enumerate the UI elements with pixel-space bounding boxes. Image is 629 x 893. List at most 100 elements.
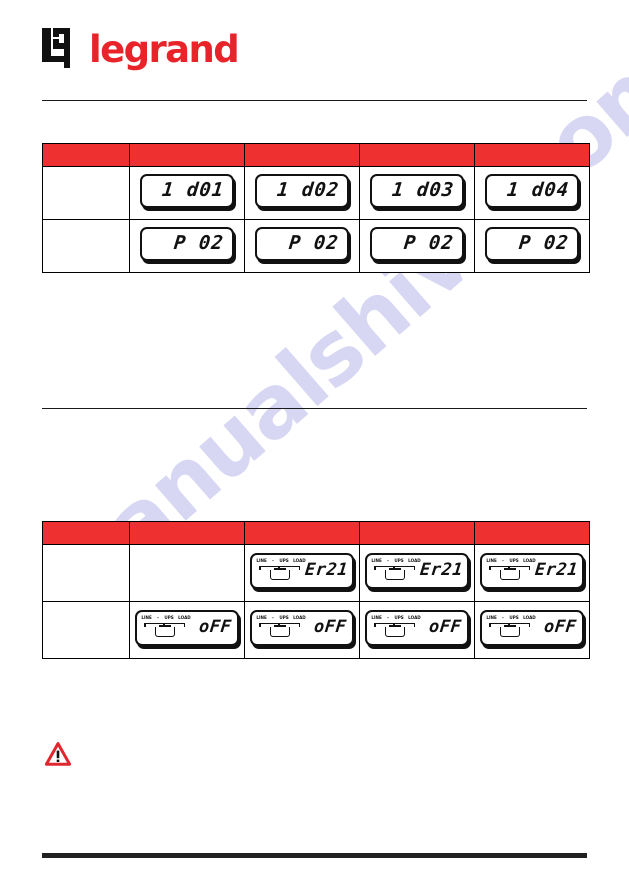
display-code-table: 1 d01 1 d02 1 d03 1 d04 P 02 P 02 P 02 P… <box>42 143 590 273</box>
flow-label-line: LINE <box>141 615 152 620</box>
lcd-display: P 02 <box>370 226 464 261</box>
display-cell: LINE – UPS LOAD oFF <box>129 601 245 659</box>
display-cell: LINE – UPS LOAD oFF <box>244 601 360 659</box>
power-flow-icon: LINE – UPS LOAD <box>371 615 421 640</box>
table-header-cell <box>129 143 245 167</box>
row-label-cell <box>42 544 130 602</box>
display-cell: 1 d03 <box>359 166 475 220</box>
flow-label-line: LINE <box>256 615 267 620</box>
display-cell-empty <box>129 544 245 602</box>
status-display-table: LINE – UPS LOAD Er21 LINE – UPS LOAD Er2… <box>42 521 590 659</box>
lcd-display: LINE – UPS LOAD oFF <box>250 609 354 646</box>
table-header-cell <box>129 521 245 545</box>
flow-label-ups: UPS <box>394 615 404 620</box>
warning-triangle-icon <box>44 742 72 766</box>
flow-label-line: LINE <box>371 615 382 620</box>
lcd-display: LINE – UPS LOAD Er21 <box>480 552 584 589</box>
legrand-wordmark: legrand <box>89 27 240 71</box>
flow-label-ups: UPS <box>394 558 404 563</box>
divider-middle <box>42 408 587 409</box>
table-header-cell <box>42 521 130 545</box>
power-flow-icon: LINE – UPS LOAD <box>256 558 306 583</box>
table-row: LINE – UPS LOAD oFF LINE – UPS LOAD oFF … <box>42 601 590 659</box>
table-row: P 02 P 02 P 02 P 02 <box>42 219 590 273</box>
divider-top <box>42 100 587 101</box>
power-flow-icon: LINE – UPS LOAD <box>371 558 421 583</box>
row-label-cell <box>42 219 130 273</box>
flow-label-ups: UPS <box>164 615 174 620</box>
lcd-value: 1 d03 <box>390 179 456 201</box>
row-label-cell <box>42 166 130 220</box>
table-header-row <box>42 521 590 545</box>
flow-label-load: LOAD <box>523 615 536 620</box>
table-header-cell <box>359 143 475 167</box>
table-header-cell <box>474 143 590 167</box>
table-header-cell <box>244 143 360 167</box>
flow-label-ups: UPS <box>509 615 519 620</box>
table-header-cell <box>244 521 360 545</box>
power-flow-icon: LINE – UPS LOAD <box>486 615 536 640</box>
flow-label-dash: – <box>386 558 390 563</box>
legrand-mark-icon <box>42 28 80 68</box>
display-cell: 1 d04 <box>474 166 590 220</box>
flow-label-load: LOAD <box>408 558 421 563</box>
lcd-display: LINE – UPS LOAD Er21 <box>250 552 354 589</box>
lcd-display: P 02 <box>485 226 579 261</box>
display-cell: 1 d02 <box>244 166 360 220</box>
flow-label-load: LOAD <box>293 558 306 563</box>
flow-label-dash: – <box>501 615 505 620</box>
lcd-display: LINE – UPS LOAD oFF <box>365 609 469 646</box>
page-content: legrand 1 d01 1 d02 1 d03 1 d04 P 02 P 0… <box>0 0 629 893</box>
display-cell: P 02 <box>359 219 475 273</box>
flow-label-dash: – <box>501 558 505 563</box>
display-cell: LINE – UPS LOAD oFF <box>474 601 590 659</box>
display-cell: P 02 <box>474 219 590 273</box>
flow-label-line: LINE <box>486 615 497 620</box>
lcd-display: 1 d02 <box>255 173 349 208</box>
flow-label-ups: UPS <box>509 558 519 563</box>
flow-label-load: LOAD <box>178 615 191 620</box>
flow-label-dash: – <box>386 615 390 620</box>
lcd-value: Er21 <box>419 560 465 580</box>
lcd-value: P 02 <box>403 232 456 254</box>
flow-label-ups: UPS <box>279 558 289 563</box>
table-header-row <box>42 143 590 167</box>
lcd-display: 1 d01 <box>140 173 234 208</box>
brand-logo: legrand <box>42 27 240 71</box>
display-cell: P 02 <box>129 219 245 273</box>
lcd-value: 1 d04 <box>505 179 571 201</box>
table-row: LINE – UPS LOAD Er21 LINE – UPS LOAD Er2… <box>42 544 590 602</box>
display-cell: LINE – UPS LOAD Er21 <box>474 544 590 602</box>
flow-label-line: LINE <box>486 558 497 563</box>
flow-label-dash: – <box>271 558 275 563</box>
table-header-cell <box>474 521 590 545</box>
display-cell: LINE – UPS LOAD Er21 <box>359 544 475 602</box>
table-header-cell <box>359 521 475 545</box>
lcd-display: P 02 <box>255 226 349 261</box>
lcd-value: P 02 <box>518 232 571 254</box>
flow-label-ups: UPS <box>279 615 289 620</box>
display-cell: P 02 <box>244 219 360 273</box>
flow-label-load: LOAD <box>523 558 536 563</box>
lcd-value: oFF <box>197 617 233 637</box>
lcd-display: P 02 <box>140 226 234 261</box>
flow-label-load: LOAD <box>293 615 306 620</box>
divider-bottom <box>42 853 587 858</box>
lcd-display: 1 d04 <box>485 173 579 208</box>
flow-label-dash: – <box>271 615 275 620</box>
lcd-display: LINE – UPS LOAD oFF <box>135 609 239 646</box>
lcd-value: oFF <box>427 617 463 637</box>
flow-label-line: LINE <box>256 558 267 563</box>
lcd-display: LINE – UPS LOAD Er21 <box>365 552 469 589</box>
lcd-value: P 02 <box>288 232 341 254</box>
flow-label-line: LINE <box>371 558 382 563</box>
row-label-cell <box>42 601 130 659</box>
lcd-value: 1 d01 <box>160 179 226 201</box>
display-cell: LINE – UPS LOAD Er21 <box>244 544 360 602</box>
power-flow-icon: LINE – UPS LOAD <box>256 615 306 640</box>
lcd-display: LINE – UPS LOAD oFF <box>480 609 584 646</box>
display-cell: 1 d01 <box>129 166 245 220</box>
flow-label-dash: – <box>156 615 160 620</box>
table-row: 1 d01 1 d02 1 d03 1 d04 <box>42 166 590 220</box>
table-header-cell <box>42 143 130 167</box>
